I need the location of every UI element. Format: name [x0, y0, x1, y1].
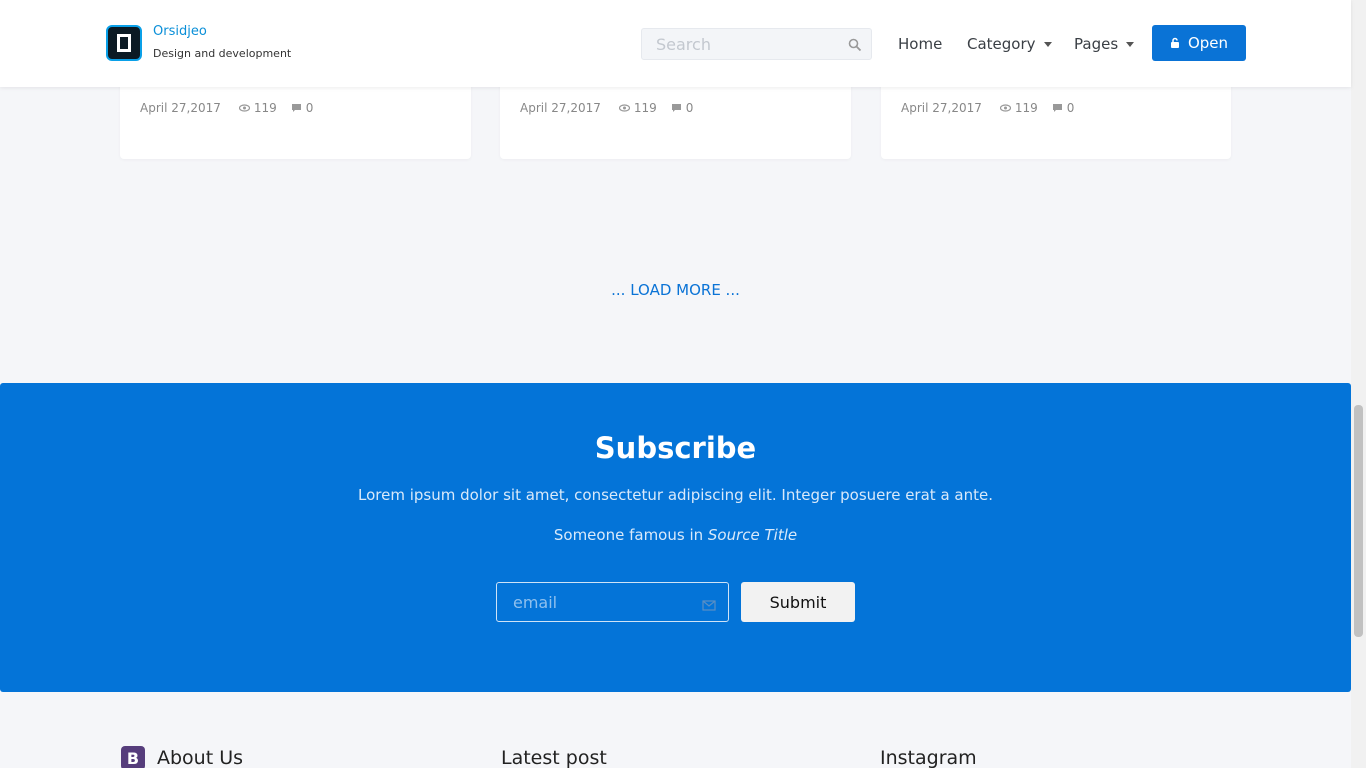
quote-source: Source Title [707, 526, 798, 544]
site-header: Orsidjeo Design and development Home Cat… [0, 0, 1351, 87]
post-date: April 27,2017 [901, 101, 982, 115]
post-meta: April 27,2017 119 0 [140, 101, 313, 115]
search-icon[interactable] [848, 37, 862, 56]
open-button[interactable]: Open [1152, 25, 1246, 61]
post-date: April 27,2017 [520, 101, 601, 115]
quote-prefix: Someone famous in [553, 526, 708, 544]
post-views: 119 [238, 101, 277, 115]
email-input[interactable] [497, 583, 697, 621]
open-button-label: Open [1187, 34, 1229, 52]
post-meta: April 27,2017 119 0 [901, 101, 1074, 115]
latest-post-heading: Latest post [501, 747, 607, 768]
envelope-icon [702, 596, 716, 615]
post-comments: 0 [1052, 101, 1075, 115]
bootstrap-icon: B [121, 746, 145, 768]
brand-name[interactable]: Orsidjeo [153, 24, 207, 39]
instagram-heading: Instagram [880, 747, 977, 768]
chevron-down-icon [1043, 42, 1052, 47]
post-views: 119 [999, 101, 1038, 115]
lock-icon [1170, 37, 1179, 48]
post-meta: April 27,2017 119 0 [520, 101, 693, 115]
subscribe-title: Subscribe [594, 431, 757, 465]
page-scrollbar[interactable] [1351, 0, 1366, 768]
eye-icon [999, 104, 1011, 112]
chevron-down-icon [1126, 42, 1135, 47]
comment-icon [671, 104, 681, 112]
post-date: April 27,2017 [140, 101, 221, 115]
search-box [641, 28, 872, 60]
nav-category-label: Category [967, 35, 1036, 53]
nav-pages[interactable]: Pages [1074, 35, 1135, 53]
subscribe-text: Lorem ipsum dolor sit amet, consectetur … [358, 486, 993, 504]
views-count: 119 [1014, 101, 1038, 115]
views-count: 119 [253, 101, 277, 115]
email-field [496, 582, 729, 622]
nav-pages-label: Pages [1074, 35, 1119, 53]
post-views: 119 [618, 101, 657, 115]
post-comments: 0 [671, 101, 694, 115]
subscribe-quote: Someone famous in Source Title [0, 526, 1351, 544]
eye-icon [618, 104, 630, 112]
subscribe-section: Subscribe Lorem ipsum dolor sit amet, co… [0, 383, 1351, 692]
brand-tagline: Design and development [153, 47, 292, 60]
eye-icon [238, 104, 250, 112]
comment-icon [1052, 104, 1062, 112]
comment-icon [291, 104, 301, 112]
comments-count: 0 [1066, 101, 1075, 115]
brand-logo-icon[interactable] [106, 25, 142, 61]
nav-home[interactable]: Home [898, 35, 942, 53]
nav-category[interactable]: Category [967, 35, 1052, 53]
load-more-link[interactable]: ... LOAD MORE ... [0, 281, 1351, 299]
about-us-heading: About Us [157, 747, 244, 768]
comments-count: 0 [305, 101, 314, 115]
submit-button[interactable]: Submit [741, 582, 855, 622]
post-comments: 0 [291, 101, 314, 115]
views-count: 119 [633, 101, 657, 115]
scrollbar-thumb[interactable] [1354, 405, 1363, 637]
search-input[interactable] [642, 29, 832, 59]
comments-count: 0 [685, 101, 694, 115]
